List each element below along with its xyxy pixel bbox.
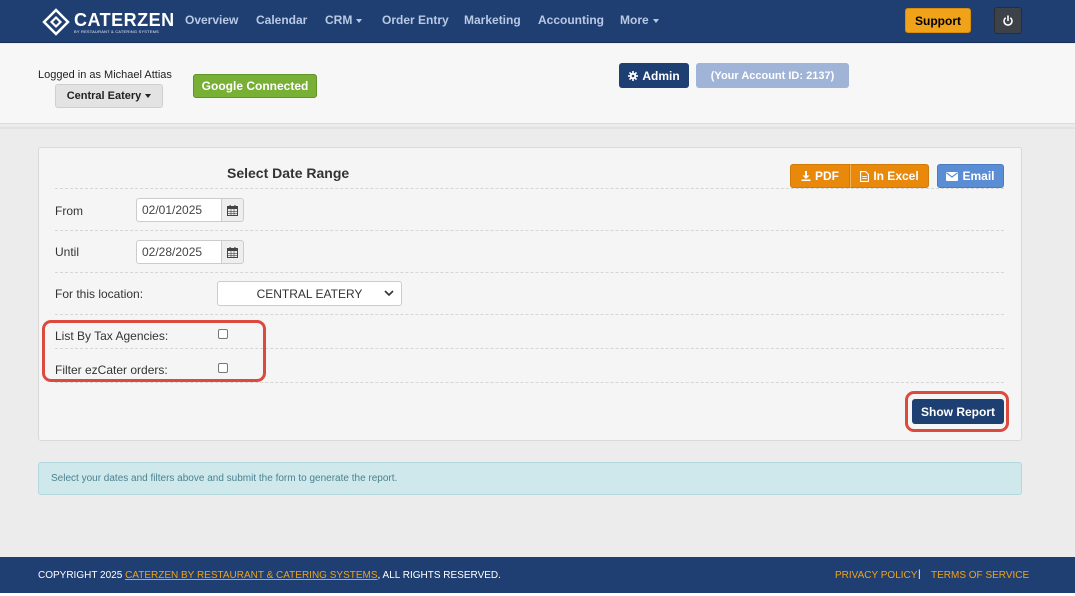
terms-of-service-link[interactable]: TERMS OF SERVICE [931,570,1029,581]
nav-overview[interactable]: Overview [185,13,238,27]
copyright-prefix: COPYRIGHT 2025 [38,570,126,581]
location-select[interactable]: CENTRAL EATERY [217,281,402,306]
chevron-down-icon [652,18,659,23]
brand-name: CATERZEN [74,9,175,30]
company-link[interactable]: CATERZEN BY RESTAURANT & CATERING SYSTEM… [125,570,377,581]
caterzen-logo[interactable]: CATERZEN BY RESTAURANT & CATERING SYSTEM… [42,8,175,36]
power-icon [1003,14,1013,26]
location-select-value: CENTRAL EATERY [256,286,363,301]
footer-separator: | [918,569,921,580]
from-date-input[interactable]: 02/01/2025 [136,198,222,222]
privacy-policy-link[interactable]: PRIVACY POLICY [835,570,917,581]
gear-icon [628,70,639,81]
admin-button[interactable]: Admin [619,63,689,88]
brand-tagline: BY RESTAURANT & CATERING SYSTEMS [74,28,160,34]
excel-label: In Excel [873,169,919,183]
until-calendar-button[interactable] [221,240,244,264]
calendar-icon [227,246,238,258]
chevron-down-icon [384,290,394,297]
support-button[interactable]: Support [905,8,971,33]
divider [55,314,1004,315]
envelope-icon [946,171,959,181]
show-report-button[interactable]: Show Report [912,399,1004,424]
location-dropdown[interactable]: Central Eatery [55,84,163,108]
location-label: Central Eatery [66,90,142,102]
nav-calendar[interactable]: Calendar [256,13,307,27]
logged-in-text: Logged in as Michael Attias [38,69,172,81]
divider [55,382,1004,383]
copyright: COPYRIGHT 2025 CATERZEN BY RESTAURANT & … [38,570,501,581]
info-message: Select your dates and filters above and … [38,462,1022,495]
nav-marketing[interactable]: Marketing [464,13,521,27]
divider [55,272,1004,273]
divider [0,127,1075,129]
until-label: Until [55,245,80,259]
email-button[interactable]: Email [937,164,1004,188]
logo-diamond-icon [42,8,70,36]
nav-order-entry[interactable]: Order Entry [382,13,449,27]
location-field-label: For this location: [55,287,144,301]
nav-more[interactable]: More [620,13,659,27]
divider [55,230,1004,231]
chevron-down-icon [356,18,363,23]
page-title: Select Date Range [227,165,350,181]
account-id-badge: (Your Account ID: 2137) [696,63,849,88]
from-calendar-button[interactable] [221,198,244,222]
nav-crm[interactable]: CRM [325,13,363,27]
copyright-suffix: , ALL RIGHTS RESERVED. [377,570,501,581]
pdf-export-button[interactable]: PDF [790,164,850,188]
until-date-input[interactable]: 02/28/2025 [136,240,222,264]
pdf-label: PDF [815,169,839,183]
info-text: Select your dates and filters above and … [51,473,398,484]
google-connected-button[interactable]: Google Connected [193,74,317,98]
logout-button[interactable] [994,7,1022,34]
calendar-icon [227,204,238,216]
divider [55,188,1004,189]
download-icon [801,171,811,181]
email-label: Email [962,169,995,183]
from-label: From [55,204,83,218]
nav-accounting[interactable]: Accounting [538,13,604,27]
admin-label: Admin [642,68,680,83]
checkbox-highlight-annotation [42,320,266,382]
top-navbar: CATERZEN BY RESTAURANT & CATERING SYSTEM… [0,0,1075,43]
chevron-down-icon [145,94,152,98]
file-icon [860,170,870,182]
excel-export-button[interactable]: In Excel [850,164,929,188]
report-form-panel [38,147,1022,441]
